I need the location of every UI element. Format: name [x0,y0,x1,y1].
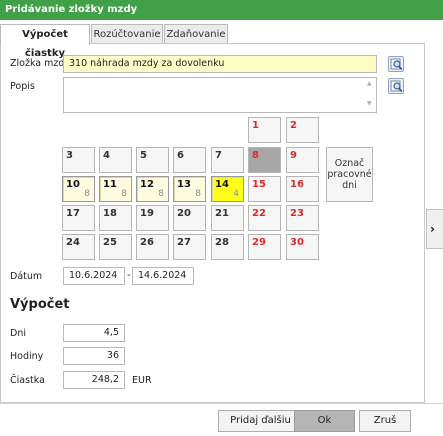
magnifier-icon [390,80,403,93]
hours-field[interactable]: 36 [63,347,125,365]
window-title: Pridávanie zložky mzdy [0,0,443,20]
day-number: 23 [290,208,304,219]
day-number: 14 [215,179,229,190]
calendar-day-29[interactable]: 29 [248,234,281,260]
ok-button[interactable]: Ok [294,410,355,432]
cancel-button[interactable]: Zruš [359,410,411,432]
day-number: 18 [103,208,117,219]
calendar-day-27[interactable]: 27 [173,234,206,260]
calendar-day-23[interactable]: 23 [286,205,319,231]
day-number: 11 [103,179,117,190]
calendar-day-2[interactable]: 2 [286,117,319,143]
day-number: 9 [290,150,297,161]
day-number: 2 [290,120,297,131]
day-number: 8 [252,150,259,161]
description-scroll-down-icon[interactable]: ▼ [367,101,372,107]
hours-label: Hodiny [10,351,44,362]
calendar-day-4[interactable]: 4 [99,147,132,173]
day-number: 1 [252,120,259,131]
mark-workdays-button[interactable]: Označ pracovné dni [326,147,373,202]
calendar-day-22[interactable]: 22 [248,205,281,231]
days-label: Dni [10,328,26,339]
calendar-day-14[interactable]: 14 4 [211,176,244,202]
calendar-day-19[interactable]: 19 [136,205,169,231]
calc-section-title: Výpočet [10,297,70,312]
calendar-day-24[interactable]: 24 [62,234,95,260]
footer-divider [0,403,443,404]
calendar-day-15[interactable]: 15 [248,176,281,202]
calendar-day-17[interactable]: 17 [62,205,95,231]
day-number: 16 [290,179,304,190]
day-hours: 8 [158,189,164,199]
calendar-day-30[interactable]: 30 [286,234,319,260]
day-number: 24 [66,237,80,248]
calendar-day-6[interactable]: 6 [173,147,206,173]
calendar-day-28[interactable]: 28 [211,234,244,260]
days-field[interactable]: 4,5 [63,324,125,342]
currency-label: EUR [132,375,152,386]
day-number: 7 [215,150,222,161]
calendar-day-18[interactable]: 18 [99,205,132,231]
tab-rozuctovanie[interactable]: Rozúčtovanie [91,24,163,44]
day-number: 4 [103,150,110,161]
day-number: 12 [140,179,154,190]
calendar-day-25[interactable]: 25 [99,234,132,260]
day-number: 25 [103,237,117,248]
magnifier-icon [390,58,403,71]
date-from-field[interactable]: 10.6.2024 [63,267,125,285]
description-lookup-button[interactable] [388,78,404,94]
day-number: 6 [177,150,184,161]
day-number: 15 [252,179,266,190]
description-label: Popis [10,81,35,92]
tab-vypocet-ciastky[interactable]: Výpočet čiastky [0,24,90,59]
day-hours: 4 [233,189,239,199]
calendar-day-1[interactable]: 1 [248,117,281,143]
calendar-day-5[interactable]: 5 [136,147,169,173]
description-scroll-up-icon[interactable]: ▲ [367,81,372,87]
day-number: 10 [66,179,80,190]
day-number: 20 [177,208,191,219]
amount-field[interactable]: 248,2 [63,371,125,389]
day-number: 5 [140,150,147,161]
date-to-field[interactable]: 14.6.2024 [132,267,194,285]
calendar-day-10[interactable]: 10 8 [62,176,95,202]
day-hours: 8 [121,189,127,199]
calendar-day-9[interactable]: 9 [286,147,319,173]
calendar-day-12[interactable]: 12 8 [136,176,169,202]
day-hours: 8 [84,189,90,199]
calendar-day-13[interactable]: 13 8 [173,176,206,202]
day-number: 13 [177,179,191,190]
day-number: 28 [215,237,229,248]
day-number: 29 [252,237,266,248]
day-number: 3 [66,150,73,161]
calendar-day-7[interactable]: 7 [211,147,244,173]
day-number: 19 [140,208,154,219]
day-hours: 8 [195,189,201,199]
amount-label: Čiastka [10,375,45,386]
calendar-day-16[interactable]: 16 [286,176,319,202]
calendar-day-3[interactable]: 3 [62,147,95,173]
calendar-day-20[interactable]: 20 [173,205,206,231]
chevron-right-icon: › [430,222,435,236]
side-expand-button[interactable]: › [426,209,443,249]
calendar-day-26[interactable]: 26 [136,234,169,260]
day-number: 27 [177,237,191,248]
calendar-day-8[interactable]: 8 [248,147,281,173]
calendar-day-11[interactable]: 11 8 [99,176,132,202]
calendar-day-21[interactable]: 21 [211,205,244,231]
day-number: 26 [140,237,154,248]
component-field[interactable]: 310 náhrada mzdy za dovolenku [63,55,377,73]
day-number: 17 [66,208,80,219]
tab-zdanovanie[interactable]: Zdaňovanie [164,24,228,44]
add-next-button[interactable]: Pridaj ďalšiu [218,410,303,432]
description-field[interactable] [63,77,377,113]
day-number: 21 [215,208,229,219]
day-number: 30 [290,237,304,248]
date-label: Dátum [10,271,43,282]
date-separator: - [127,270,131,281]
day-number: 22 [252,208,266,219]
component-lookup-button[interactable] [388,56,404,72]
